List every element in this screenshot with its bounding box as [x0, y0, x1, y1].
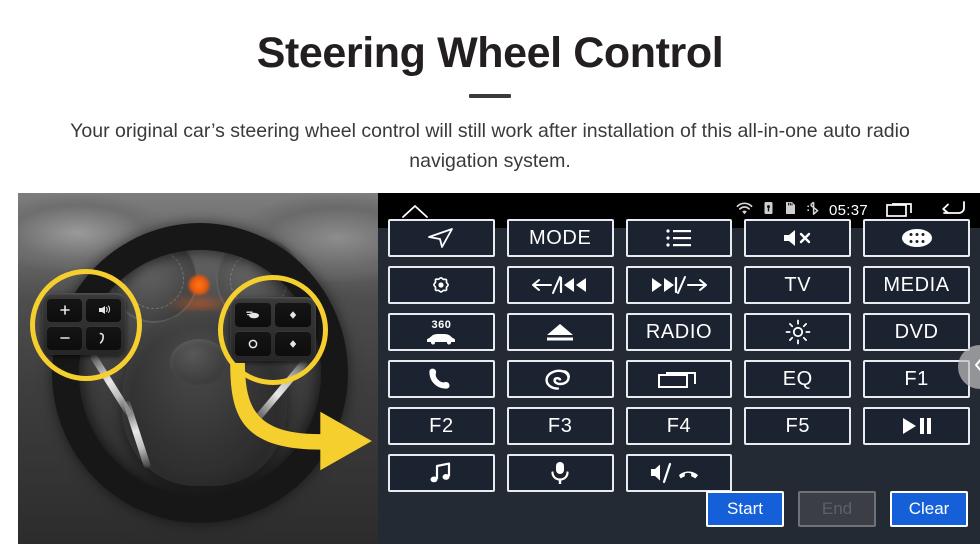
f5-button[interactable]: F5	[744, 407, 852, 445]
action-button-bar: Start End Clear	[706, 491, 968, 527]
left-cluster-highlight-ring	[30, 269, 142, 381]
gear-icon	[429, 273, 453, 297]
recent-apps-button[interactable]	[625, 360, 733, 398]
speaker-hangup-icon	[648, 462, 710, 484]
steering-wheel-photo	[18, 193, 378, 544]
navigation-arrow-icon	[426, 226, 456, 250]
eject-icon	[540, 321, 580, 343]
microphone-icon	[549, 460, 571, 486]
function-key-grid: MODE TV MEDIA 360 RADIO DVD EQ F1 F2 F3 …	[378, 219, 980, 535]
page-subtitle: Your original car’s steering wheel contr…	[70, 120, 910, 172]
mute-icon	[780, 227, 816, 249]
start-button[interactable]: Start	[706, 491, 784, 527]
f2-button[interactable]: F2	[388, 407, 495, 445]
radio-button[interactable]: RADIO	[625, 313, 733, 351]
page-header: Steering Wheel Control Your original car…	[0, 0, 980, 193]
mute-button[interactable]	[744, 219, 852, 257]
brightness-button[interactable]	[744, 313, 852, 351]
f1-button[interactable]: F1	[863, 360, 970, 398]
chevron-left-icon	[973, 355, 980, 380]
play-pause-icon	[900, 416, 934, 436]
home-icon[interactable]	[400, 203, 430, 219]
play-pause-button[interactable]	[863, 407, 970, 445]
eject-button[interactable]	[506, 313, 614, 351]
key-row-4: EQ F1	[388, 360, 970, 398]
clear-button[interactable]: Clear	[890, 491, 968, 527]
dvd-button[interactable]: DVD	[863, 313, 970, 351]
clock-time: 05:37	[828, 202, 868, 219]
apps-grid-icon	[900, 227, 934, 249]
brightness-icon	[785, 319, 811, 345]
phone-icon	[427, 366, 455, 392]
page-root: Steering Wheel Control Your original car…	[0, 0, 980, 544]
key-row-5: F2 F3 F4 F5	[388, 407, 970, 445]
music-note-icon	[428, 461, 454, 485]
usb-lock-icon	[763, 201, 774, 220]
key-row-2: TV MEDIA	[388, 266, 970, 304]
next-button[interactable]	[625, 266, 733, 304]
swirl-icon	[542, 366, 578, 392]
f4-button[interactable]: F4	[625, 407, 733, 445]
car-radio-unit: 05:37 MODE TV MEDIA 360 RADIO DVD EQ F1 …	[378, 193, 980, 544]
camera-360-button[interactable]: 360	[388, 313, 495, 351]
next-track-icon	[647, 275, 711, 295]
apps-button[interactable]	[863, 219, 970, 257]
sd-card-icon	[784, 201, 797, 220]
navigation-button[interactable]	[388, 219, 495, 257]
previous-track-icon	[529, 275, 591, 295]
voice-assistant-button[interactable]	[506, 360, 614, 398]
list-icon	[665, 228, 693, 248]
page-title: Steering Wheel Control	[256, 29, 724, 77]
status-icon-group	[736, 201, 821, 221]
tv-button[interactable]: TV	[744, 266, 852, 304]
microphone-button[interactable]	[506, 454, 614, 492]
phone-button[interactable]	[388, 360, 495, 398]
wifi-icon	[736, 201, 753, 220]
speaker-hangup-button[interactable]	[625, 454, 733, 492]
empty-slot-1	[744, 454, 851, 492]
content-area: 05:37 MODE TV MEDIA 360 RADIO DVD EQ F1 …	[0, 193, 980, 544]
mode-button[interactable]: MODE	[506, 219, 614, 257]
right-cluster-highlight-ring	[218, 275, 328, 385]
menu-list-button[interactable]	[625, 219, 733, 257]
previous-button[interactable]	[506, 266, 614, 304]
music-button[interactable]	[388, 454, 495, 492]
bluetooth-icon	[807, 201, 821, 221]
title-divider	[469, 94, 511, 99]
media-button[interactable]: MEDIA	[863, 266, 970, 304]
key-row-6	[388, 454, 970, 492]
equalizer-button[interactable]: EQ	[744, 360, 852, 398]
settings-button[interactable]	[388, 266, 495, 304]
end-button: End	[798, 491, 876, 527]
window-icon	[657, 369, 701, 389]
key-row-1: MODE	[388, 219, 970, 257]
empty-slot-2	[863, 454, 970, 492]
key-row-3: 360 RADIO DVD	[388, 313, 970, 351]
f3-button[interactable]: F3	[506, 407, 614, 445]
car-360-icon: 360	[425, 318, 457, 345]
camera-360-label: 360	[431, 318, 452, 331]
